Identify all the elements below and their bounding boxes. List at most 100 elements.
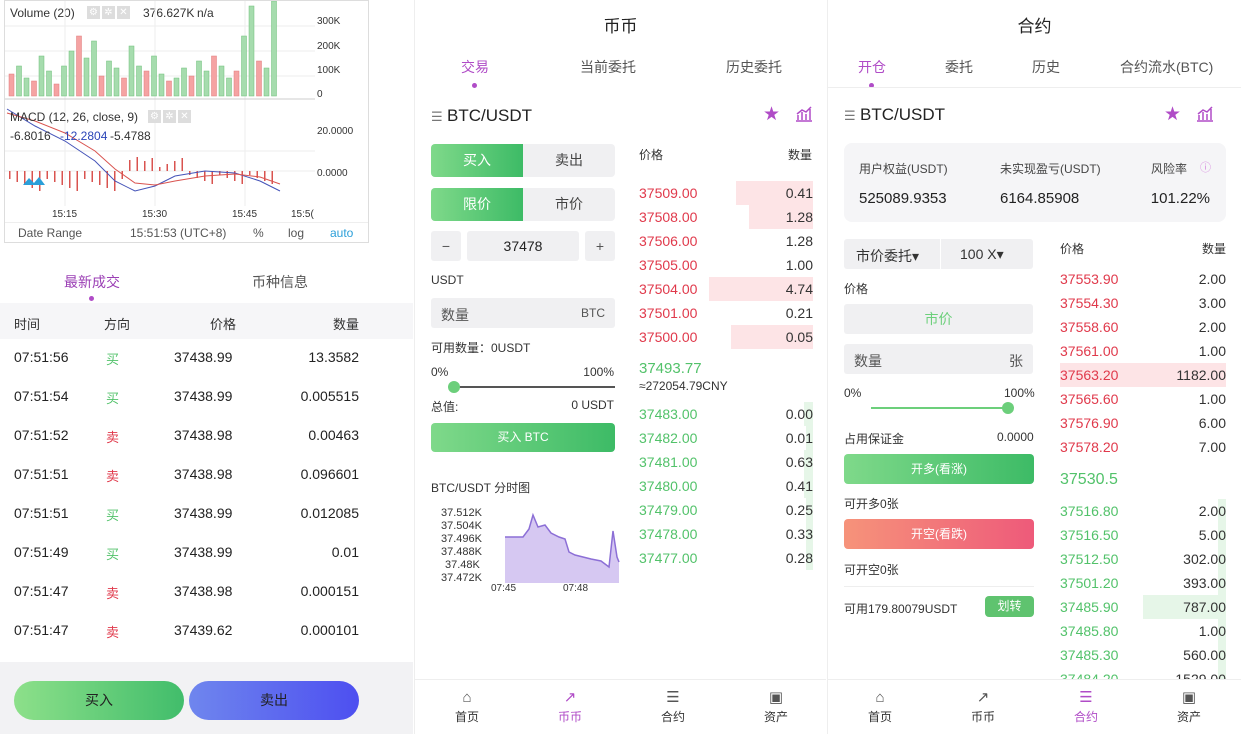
trade-direction: 买 <box>106 508 120 523</box>
buy-btc-button[interactable]: 买入 BTC <box>431 423 615 452</box>
leverage-value[interactable]: 100 X▾ <box>960 246 1004 263</box>
bid-row[interactable]: 37512.50 302.00 <box>1060 547 1226 571</box>
info-icon[interactable]: ⓘ <box>1200 159 1211 175</box>
close-icon[interactable]: ✕ <box>178 110 191 124</box>
bid-row[interactable]: 37485.90 787.00 <box>1060 595 1226 619</box>
ask-row[interactable]: 37508.00 1.28 <box>639 205 813 229</box>
nav-home[interactable]: ⌂ 首页 <box>850 688 910 725</box>
nav-label: 资产 <box>1176 710 1201 724</box>
macd-controls[interactable]: ⚙ ✲ ✕ <box>148 109 193 124</box>
buy-tab[interactable]: 买入 <box>431 144 523 177</box>
ask-row[interactable]: 37500.00 0.05 <box>639 325 813 349</box>
nav-spot[interactable]: ↗ 币币 <box>540 688 600 725</box>
ask-row[interactable]: 37561.00 1.00 <box>1060 339 1226 363</box>
ask-row[interactable]: 37563.20 1182.00 <box>1060 363 1226 387</box>
plus-button[interactable]: + <box>585 231 615 261</box>
star-icon[interactable]: ★ <box>1164 103 1181 126</box>
bid-row[interactable]: 37516.80 2.00 <box>1060 499 1226 523</box>
nav-spot[interactable]: ↗ 币币 <box>953 688 1013 725</box>
slider-knob[interactable] <box>448 381 460 393</box>
minus-button[interactable]: − <box>431 231 461 261</box>
sell-tab[interactable]: 卖出 <box>523 144 615 177</box>
tab-coin-info[interactable]: 币种信息 <box>252 272 308 292</box>
bid-qty: 393.00 <box>1183 575 1226 591</box>
bid-row[interactable]: 37483.00 0.00 <box>639 402 813 426</box>
chart-icon[interactable] <box>795 106 813 122</box>
nav-home[interactable]: ⌂ 首页 <box>437 688 497 725</box>
trade-quantity: 0.000101 <box>300 622 359 638</box>
bid-row[interactable]: 37481.00 0.63 <box>639 450 813 474</box>
market-tab[interactable]: 市价 <box>523 188 615 221</box>
volume-bar <box>121 77 127 97</box>
order-type-select[interactable]: 市价委托▾ 100 X▾ <box>844 239 1033 269</box>
tab-latest-trades[interactable]: 最新成交 <box>64 272 120 292</box>
ob-qty-header: 数量 <box>787 148 812 162</box>
ask-price: 37508.00 <box>639 209 698 225</box>
bid-row[interactable]: 37479.00 0.25 <box>639 498 813 522</box>
nav-assets[interactable]: ▣ 资产 <box>746 688 806 725</box>
buy-button[interactable]: 买入 <box>14 681 184 720</box>
macd-value-3: -5.4788 <box>110 129 151 143</box>
bid-row[interactable]: 37501.20 393.00 <box>1060 571 1226 595</box>
bid-row[interactable]: 37516.50 5.00 <box>1060 523 1226 547</box>
transfer-button[interactable]: 划转 <box>985 596 1034 617</box>
macd-label: MACD (12, 26, close, 9) <box>10 110 139 124</box>
percent-toggle[interactable]: % <box>253 226 264 240</box>
trade-time: 07:51:47 <box>14 583 69 599</box>
tab-open-position[interactable]: 开仓 <box>858 57 886 77</box>
sell-button[interactable]: 卖出 <box>189 681 359 720</box>
open-long-button[interactable]: 开多(看涨) <box>844 454 1034 484</box>
ask-row[interactable]: 37576.90 6.00 <box>1060 411 1226 435</box>
chart-icon[interactable] <box>1196 106 1214 122</box>
tab-order-history[interactable]: 历史委托 <box>726 57 782 77</box>
trade-price: 37439.62 <box>174 622 233 638</box>
trade-row: 07:51:51 卖 37438.98 0.096601 <box>0 456 413 495</box>
log-toggle[interactable]: log <box>288 226 304 240</box>
tab-open-orders[interactable]: 当前委托 <box>580 57 636 77</box>
ask-row[interactable]: 37554.30 3.00 <box>1060 291 1226 315</box>
bid-qty: 0.25 <box>785 502 813 518</box>
ask-row[interactable]: 37504.00 4.74 <box>639 277 813 301</box>
amount-slider[interactable] <box>871 407 1007 409</box>
bid-row[interactable]: 37480.00 0.41 <box>639 474 813 498</box>
bid-row[interactable]: 37485.80 1.00 <box>1060 619 1226 643</box>
market-price-field[interactable]: 市价 <box>844 304 1033 334</box>
date-range-button[interactable]: Date Range <box>18 226 82 240</box>
price-input[interactable]: 37478 <box>467 231 579 261</box>
quantity-field[interactable]: 数量 BTC <box>431 298 615 328</box>
ask-row[interactable]: 37553.90 2.00 <box>1060 267 1226 291</box>
bid-row[interactable]: 37485.30 560.00 <box>1060 643 1226 667</box>
gear-icon[interactable]: ✲ <box>163 110 176 124</box>
nav-contract[interactable]: ☰ 合约 <box>1056 688 1116 725</box>
tab-contract-flow[interactable]: 合约流水(BTC) <box>1120 57 1213 77</box>
tab-orders[interactable]: 委托 <box>945 57 973 77</box>
ob-price-header: 价格 <box>639 148 664 162</box>
tab-trade[interactable]: 交易 <box>461 57 489 77</box>
auto-toggle[interactable]: auto <box>330 226 353 240</box>
tab-history[interactable]: 历史 <box>1032 57 1060 77</box>
settings-icon[interactable]: ⚙ <box>148 110 161 124</box>
pair-selector[interactable]: ☰ BTC/USDT <box>844 105 945 125</box>
ask-row[interactable]: 37565.60 1.00 <box>1060 387 1226 411</box>
ask-row[interactable]: 37505.00 1.00 <box>639 253 813 277</box>
star-icon[interactable]: ★ <box>763 103 780 126</box>
ask-row[interactable]: 37578.20 7.00 <box>1060 435 1226 459</box>
ask-row[interactable]: 37558.60 2.00 <box>1060 315 1226 339</box>
ask-row[interactable]: 37509.00 0.41 <box>639 181 813 205</box>
bid-row[interactable]: 37482.00 0.01 <box>639 426 813 450</box>
slider-knob[interactable] <box>1002 402 1014 414</box>
ask-row[interactable]: 37501.00 0.21 <box>639 301 813 325</box>
quantity-field[interactable]: 数量 张 <box>844 344 1033 374</box>
nav-assets[interactable]: ▣ 资产 <box>1159 688 1219 725</box>
kline-chart[interactable]: Volume (20) ⚙ ✲ ✕ 376.627K n/a 300K 200K 1… <box>4 0 369 243</box>
limit-tab[interactable]: 限价 <box>431 188 523 221</box>
ask-row[interactable]: 37506.00 1.28 <box>639 229 813 253</box>
quantity-unit: BTC <box>581 306 605 320</box>
nav-contract[interactable]: ☰ 合约 <box>643 688 703 725</box>
pair-selector[interactable]: ☰ BTC/USDT <box>431 106 532 126</box>
open-short-button[interactable]: 开空(看跌) <box>844 519 1034 549</box>
bid-row[interactable]: 37477.00 0.28 <box>639 546 813 570</box>
bid-row[interactable]: 37478.00 0.33 <box>639 522 813 546</box>
volume-bar <box>113 67 120 97</box>
amount-slider[interactable] <box>453 386 615 388</box>
